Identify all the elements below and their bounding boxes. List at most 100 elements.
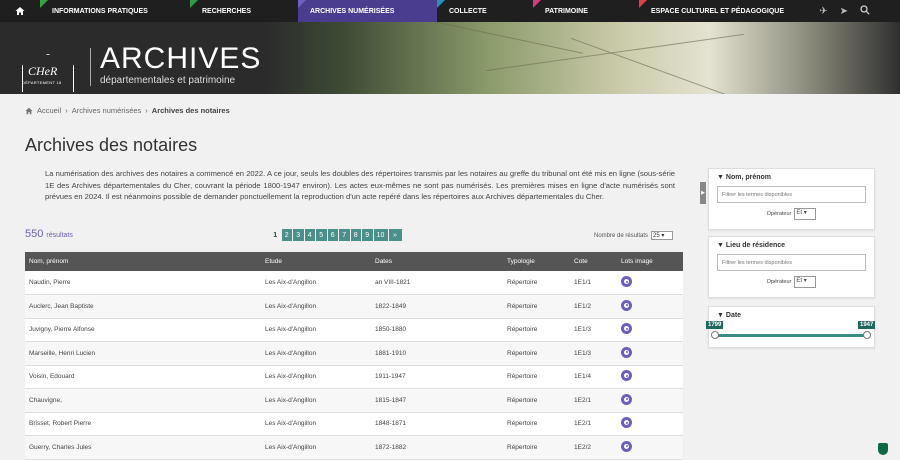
table-cell	[617, 271, 683, 295]
view-images-icon[interactable]	[621, 346, 632, 358]
page-10[interactable]: 10	[373, 229, 388, 241]
table-cell: Répertoire	[503, 341, 570, 366]
shield-icon[interactable]	[878, 443, 888, 455]
table-row[interactable]: Naudin, Pierre Les Aix-d'Angillon an VIII-…	[25, 271, 683, 295]
view-images-icon[interactable]	[621, 370, 632, 382]
nav-item-label: RECHERCHES	[202, 7, 252, 15]
operator-select[interactable]: Et ▾	[794, 276, 817, 288]
sidebar-toggle[interactable]: ▶	[700, 182, 706, 204]
table-cell	[617, 294, 683, 319]
operator-select[interactable]: Et ▾	[794, 208, 817, 220]
table-cell: 1E2/1	[570, 412, 617, 436]
table-cell: Répertoire	[503, 412, 570, 436]
nav-item-2[interactable]: RECHERCHES	[190, 0, 298, 22]
date-min-handle[interactable]	[711, 331, 719, 339]
logo[interactable]: CHeR	[28, 64, 57, 79]
page-7[interactable]: 7	[339, 229, 350, 241]
page-5[interactable]: 5	[316, 229, 327, 241]
page-9[interactable]: 9	[362, 229, 373, 241]
site-title[interactable]: ARCHIVES	[100, 42, 261, 76]
table-cell: Répertoire	[503, 318, 570, 342]
column-header[interactable]: Dates	[371, 252, 503, 271]
page-3[interactable]: 3	[293, 229, 304, 241]
nav-item-label: COLLECTE	[449, 7, 487, 15]
page-4[interactable]: 4	[304, 229, 315, 241]
banner-divider	[90, 48, 91, 86]
nav-item-3[interactable]: ARCHIVES NUMÉRISÉES	[298, 0, 437, 22]
plane-icon[interactable]: ➤	[840, 6, 848, 17]
nav-item-6[interactable]: ESPACE CULTUREL ET PÉDAGOGIQUE	[639, 0, 799, 22]
next-page-button[interactable]: »	[388, 229, 402, 241]
page-6[interactable]: 6	[327, 229, 338, 241]
view-images-icon[interactable]	[621, 323, 632, 335]
home-icon[interactable]	[0, 0, 40, 22]
view-images-icon[interactable]	[621, 299, 632, 311]
date-max-handle[interactable]	[863, 331, 871, 339]
triangle-down-icon[interactable]: ▼	[717, 174, 724, 181]
table-cell: Répertoire	[503, 388, 570, 413]
table-cell: Répertoire	[503, 271, 570, 295]
search-icon[interactable]	[860, 4, 870, 18]
table-cell: 1850-1880	[371, 318, 503, 342]
column-header[interactable]: Etude	[261, 252, 371, 271]
filter-date-panel: ▼ Date	[708, 306, 875, 348]
table-cell	[617, 412, 683, 436]
table-cell: Naudin, Pierre	[25, 271, 261, 295]
breadcrumb-home[interactable]: Accueil	[37, 106, 61, 115]
table-cell: Répertoire	[503, 365, 570, 389]
date-range-slider[interactable]	[711, 331, 871, 339]
nav-item-5[interactable]: PATRIMOINE	[533, 0, 639, 22]
triangle-down-icon[interactable]: ▼	[717, 242, 724, 249]
date-max-label: 1947	[858, 321, 876, 329]
table-cell: Les Aix-d'Angillon	[261, 435, 371, 460]
page-title: Archives des notaires	[25, 135, 198, 155]
breadcrumb-separator: ›	[65, 106, 68, 115]
table-cell: Marseille, Henri Lucien	[25, 341, 261, 366]
intro-text: La numérisation des archives des notaire…	[45, 169, 675, 202]
nav-item-label: PATRIMOINE	[545, 7, 588, 15]
page-8[interactable]: 8	[350, 229, 361, 241]
per-page-select[interactable]: 25 ▾	[651, 231, 674, 240]
table-row[interactable]: Juvigny, Pierre Alfonse Les Aix-d'Angillo…	[25, 318, 683, 342]
breadcrumb-current: Archives des notaires	[151, 106, 230, 115]
table-cell: 1E1/1	[570, 271, 617, 295]
table-cell: Juvigny, Pierre Alfonse	[25, 318, 261, 342]
nav-item-4[interactable]: COLLECTE	[437, 0, 533, 22]
table-cell: Les Aix-d'Angillon	[261, 365, 371, 389]
table-row[interactable]: Guerry, Charles Jules Les Aix-d'Angillon 1…	[25, 435, 683, 460]
view-images-icon[interactable]	[621, 276, 632, 287]
home-icon[interactable]	[25, 107, 33, 115]
table-row[interactable]: Marseille, Henri Lucien Les Aix-d'Angillo…	[25, 341, 683, 366]
table-cell: 1848-1871	[371, 412, 503, 436]
table-row[interactable]: Auclerc, Jean Baptiste Les Aix-d'Angillon…	[25, 294, 683, 319]
view-images-icon[interactable]	[621, 393, 632, 405]
table-cell: 1E1/3	[570, 318, 617, 342]
table-row[interactable]: Brisset, Robert Pierre Les Aix-d'Angillon…	[25, 412, 683, 436]
filter-residence-input[interactable]: Filtrer les termes disponibles	[717, 254, 866, 271]
table-row[interactable]: Chauvigne, Les Aix-d'Angillon 1815-1847 Rép…	[25, 388, 683, 413]
nav-accent	[298, 0, 306, 8]
filter-date-title: Date	[725, 312, 742, 319]
triangle-down-icon[interactable]: ▼	[717, 312, 724, 319]
table-cell: Les Aix-d'Angillon	[261, 388, 371, 413]
table-cell	[617, 388, 683, 413]
view-images-icon[interactable]	[621, 440, 632, 452]
page-2[interactable]: 2	[281, 229, 292, 241]
column-header[interactable]: Cote	[570, 252, 617, 271]
table-cell: Répertoire	[503, 435, 570, 460]
view-images-icon[interactable]	[621, 417, 632, 429]
table-cell: Les Aix-d'Angillon	[261, 412, 371, 436]
table-row[interactable]: Voisin, Edouard Les Aix-d'Angillon 1911-19…	[25, 365, 683, 389]
table-cell: Auclerc, Jean Baptiste	[25, 294, 261, 319]
filter-name-input[interactable]: Filtrer les termes disponibles	[717, 186, 866, 203]
page-1[interactable]: 1	[270, 229, 281, 241]
table-cell: Les Aix-d'Angillon	[261, 271, 371, 295]
column-header[interactable]: Typologie	[503, 252, 570, 271]
column-header[interactable]: Lots image	[617, 252, 683, 271]
nav-item-1[interactable]: INFORMATIONS PRATIQUES	[40, 0, 190, 22]
top-nav: INFORMATIONS PRATIQUES RECHERCHES ARCHIVES…	[0, 0, 900, 22]
send-icon[interactable]: ✈	[819, 6, 827, 17]
column-header[interactable]: Nom, prénom	[25, 252, 261, 271]
table-cell: Répertoire	[503, 294, 570, 319]
breadcrumb-archives-numerisees[interactable]: Archives numérisées	[72, 106, 142, 115]
